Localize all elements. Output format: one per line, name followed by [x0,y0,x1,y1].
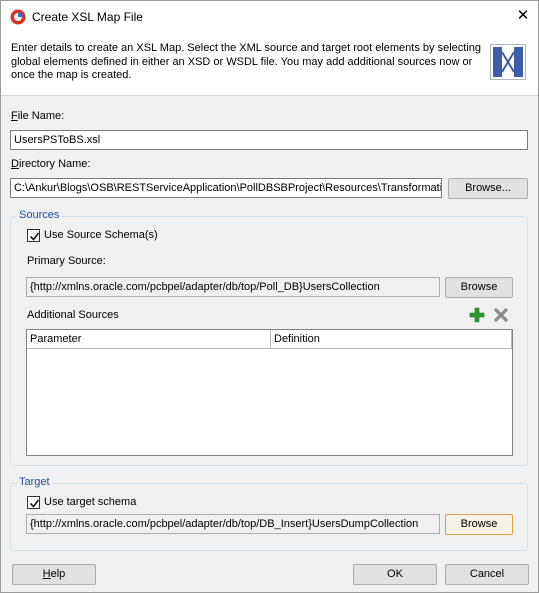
target-browse-button[interactable]: Browse [445,514,513,535]
window-title: Create XSL Map File [32,10,143,24]
target-schema-field: {http://xmlns.oracle.com/pcbpel/adapter/… [26,514,440,534]
checkmark-icon [29,499,40,508]
xsl-map-icon [490,44,526,80]
use-target-schema-checkbox[interactable] [27,496,40,509]
use-source-schema-checkbox[interactable] [27,229,40,242]
primary-source-label: Primary Source: [27,255,106,267]
directory-browse-button[interactable]: Browse... [448,178,528,199]
close-icon[interactable]: ✕ [514,7,532,25]
directory-name-input[interactable]: C:\Ankur\Blogs\OSB\RESTServiceApplicatio… [10,178,442,198]
ok-button[interactable]: OK [353,564,437,585]
create-xsl-map-dialog: Create XSL Map File ✕ Enter details to c… [0,0,539,593]
use-source-schema-label: Use Source Schema(s) [44,229,158,241]
primary-source-browse-button[interactable]: Browse [445,277,513,298]
file-name-input[interactable]: UsersPSToBS.xsl [10,130,528,150]
cancel-button[interactable]: Cancel [445,564,529,585]
directory-name-label: Directory Name: [11,158,91,170]
checkmark-icon [29,232,40,241]
primary-source-field: {http://xmlns.oracle.com/pcbpel/adapter/… [26,277,440,297]
target-group-title: Target [17,476,52,488]
column-header-definition[interactable]: Definition [271,330,512,349]
header-description: Enter details to create an XSL Map. Sele… [11,42,481,81]
additional-sources-table[interactable]: Parameter Definition [26,329,513,456]
column-header-parameter[interactable]: Parameter [27,330,271,349]
dialog-header: Enter details to create an XSL Map. Sele… [1,32,538,96]
oracle-jdeveloper-icon [10,9,26,25]
use-target-schema-label: Use target schema [44,496,137,508]
remove-icon[interactable] [493,307,509,323]
file-name-label: File Name: [11,110,65,122]
title-bar: Create XSL Map File ✕ [1,1,538,32]
add-icon[interactable] [469,307,485,323]
help-button[interactable]: Help [12,564,96,585]
additional-sources-label: Additional Sources [27,309,119,321]
sources-group-title: Sources [17,209,62,221]
